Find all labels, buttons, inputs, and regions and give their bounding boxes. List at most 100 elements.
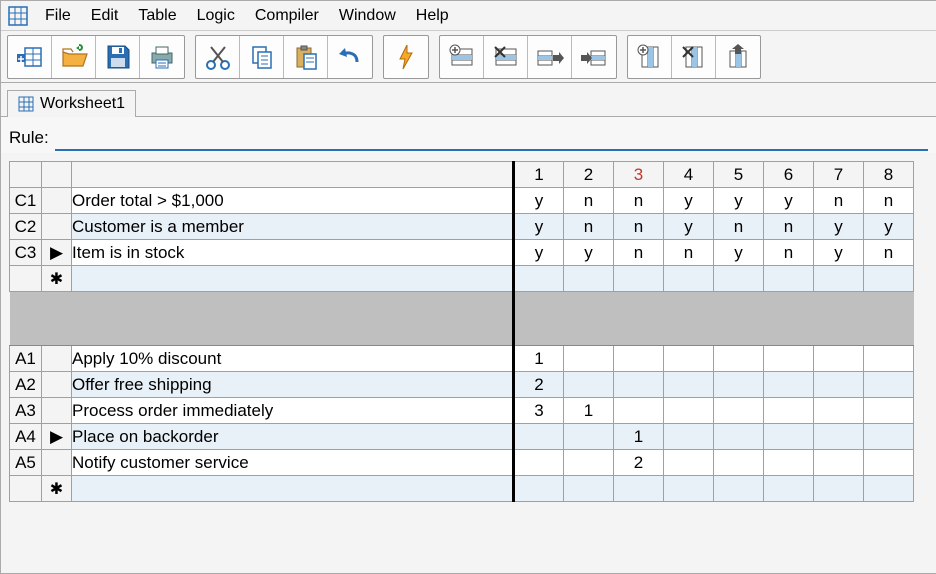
cell[interactable] [764,476,814,502]
rule-header[interactable]: 6 [764,162,814,188]
cell[interactable]: n [814,188,864,214]
row-marker[interactable] [42,214,72,240]
cell[interactable]: n [764,240,814,266]
cell[interactable]: 2 [514,372,564,398]
menu-window[interactable]: Window [329,3,406,29]
cell[interactable] [514,450,564,476]
cell[interactable] [764,424,814,450]
rule-header[interactable]: 3 [614,162,664,188]
cell[interactable] [864,346,914,372]
action-text[interactable]: Process order immediately [72,398,514,424]
action-text[interactable]: Place on backorder [72,424,514,450]
row-id[interactable]: A4 [10,424,42,450]
condition-text[interactable]: Order total > $1,000 [72,188,514,214]
action-text[interactable]: Notify customer service [72,450,514,476]
cell[interactable]: y [764,188,814,214]
cell[interactable] [714,346,764,372]
cell[interactable]: n [564,188,614,214]
cell[interactable]: y [514,214,564,240]
row-id[interactable]: A3 [10,398,42,424]
row-marker[interactable] [42,188,72,214]
cell[interactable] [614,476,664,502]
cell[interactable]: 1 [614,424,664,450]
cell[interactable]: 3 [514,398,564,424]
cell[interactable] [864,398,914,424]
action-text[interactable]: Offer free shipping [72,372,514,398]
cell[interactable] [714,266,764,292]
cell[interactable] [814,346,864,372]
cell[interactable] [564,424,614,450]
row-marker[interactable]: ▶ [42,240,72,266]
cell[interactable] [814,424,864,450]
cell[interactable]: 1 [514,346,564,372]
paste-button[interactable] [284,36,328,78]
cell[interactable] [764,346,814,372]
move-row-right-button[interactable] [528,36,572,78]
menu-logic[interactable]: Logic [187,3,245,29]
cell[interactable] [514,476,564,502]
print-button[interactable] [140,36,184,78]
cell[interactable] [764,398,814,424]
row-marker[interactable] [42,346,72,372]
cell[interactable]: n [614,214,664,240]
cell[interactable] [714,476,764,502]
cell[interactable] [514,424,564,450]
cell[interactable] [614,372,664,398]
cell[interactable] [564,372,614,398]
insert-row-button[interactable] [440,36,484,78]
cell[interactable] [814,372,864,398]
cell[interactable]: y [514,240,564,266]
cell[interactable]: y [564,240,614,266]
menu-compiler[interactable]: Compiler [245,3,329,29]
cell[interactable] [864,476,914,502]
cell[interactable] [764,372,814,398]
cell[interactable] [814,398,864,424]
cell[interactable] [664,476,714,502]
compile-button[interactable] [384,36,428,78]
row-id[interactable]: A2 [10,372,42,398]
cell[interactable] [714,372,764,398]
cell[interactable]: n [764,214,814,240]
row-id[interactable]: C2 [10,214,42,240]
cell[interactable] [664,398,714,424]
cell[interactable] [614,266,664,292]
cell[interactable]: n [864,240,914,266]
cell[interactable] [664,266,714,292]
new-row-marker[interactable]: ✱ [42,476,72,502]
rule-header[interactable]: 7 [814,162,864,188]
cell[interactable] [764,266,814,292]
row-id[interactable]: A5 [10,450,42,476]
cell[interactable] [814,266,864,292]
cell[interactable]: n [614,188,664,214]
rule-header[interactable]: 1 [514,162,564,188]
cell[interactable] [814,476,864,502]
menu-help[interactable]: Help [406,3,459,29]
cell[interactable] [864,372,914,398]
cell[interactable]: y [714,188,764,214]
cell[interactable] [714,424,764,450]
new-row-marker[interactable]: ✱ [42,266,72,292]
cell[interactable]: y [714,240,764,266]
row-id[interactable] [10,266,42,292]
cell[interactable]: n [714,214,764,240]
insert-column-button[interactable] [628,36,672,78]
cell[interactable]: n [564,214,614,240]
cut-button[interactable] [196,36,240,78]
delete-row-button[interactable] [484,36,528,78]
cell[interactable]: y [664,188,714,214]
action-text[interactable] [72,476,514,502]
cell[interactable] [614,398,664,424]
undo-button[interactable] [328,36,372,78]
cell[interactable] [564,266,614,292]
cell[interactable] [564,450,614,476]
rule-header[interactable]: 4 [664,162,714,188]
cell[interactable] [864,266,914,292]
cell[interactable]: 1 [564,398,614,424]
cell[interactable] [564,346,614,372]
cell[interactable] [514,266,564,292]
rule-input[interactable] [55,125,928,151]
action-text[interactable]: Apply 10% discount [72,346,514,372]
cell[interactable]: n [614,240,664,266]
cell[interactable]: y [814,214,864,240]
delete-column-button[interactable] [672,36,716,78]
